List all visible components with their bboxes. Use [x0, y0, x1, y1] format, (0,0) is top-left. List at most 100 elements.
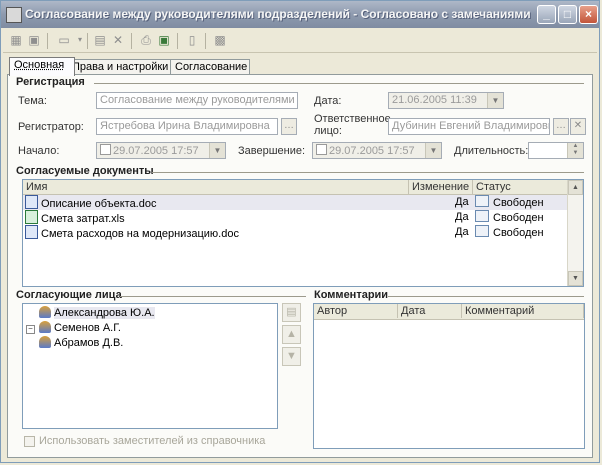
main-window: Согласование между руководителями подраз…	[0, 0, 600, 463]
start-dropdown-icon[interactable]: ▼	[209, 143, 225, 158]
window-title: Согласование между руководителями подраз…	[25, 7, 531, 21]
start-label: Начало:	[18, 145, 60, 157]
book-icon	[475, 210, 489, 222]
table-row[interactable]: Смета затрат.xls Да Свободен	[23, 210, 569, 225]
document-status-cell: Свободен	[475, 195, 569, 210]
start-field[interactable]: 29.07.2005 17:57 ▼	[96, 142, 226, 159]
use-substitutes-label: Использовать заместителей из справочника	[39, 435, 266, 447]
document-name-cell: Описание объекта.doc	[25, 195, 407, 210]
close-button[interactable]: ×	[579, 5, 598, 24]
end-value: 29.07.2005 17:57	[329, 145, 415, 157]
tab-label: Права и настройки	[72, 61, 169, 73]
end-label: Завершение:	[238, 145, 306, 157]
topic-label: Тема:	[18, 95, 47, 107]
documents-scrollbar[interactable]: ▲ ▼	[567, 180, 583, 286]
date-dropdown-icon[interactable]: ▼	[487, 93, 503, 108]
title-bar[interactable]: Согласование между руководителями подраз…	[1, 1, 599, 28]
minimize-button[interactable]: _	[537, 5, 556, 24]
start-checkbox-icon[interactable]	[100, 144, 111, 155]
section-divider	[152, 172, 584, 173]
approver-node[interactable]: Александрова Ю.А.	[39, 306, 155, 321]
toolbar-separator	[131, 33, 132, 49]
app-icon	[6, 7, 22, 23]
tab-approval[interactable]: Согласование	[170, 59, 250, 75]
end-dropdown-icon[interactable]: ▼	[425, 143, 441, 158]
document-name: Смета расходов на модернизацию.doc	[41, 228, 239, 240]
date-field[interactable]: 21.06.2005 11:39 ▼	[388, 92, 504, 109]
document-changed-cell: Да	[455, 226, 469, 238]
properties-icon[interactable]: ▩	[213, 33, 227, 47]
comments-grid[interactable]: Автор Дата Комментарий	[313, 303, 585, 449]
person-icon	[39, 306, 51, 318]
start-value: 29.07.2005 17:57	[113, 145, 199, 157]
registration-section-title: Регистрация	[16, 76, 85, 88]
responsible-select-button[interactable]: …	[553, 118, 569, 135]
word-file-icon	[25, 225, 38, 239]
toolbar-separator	[87, 33, 88, 49]
book-icon	[475, 225, 489, 237]
use-substitutes-checkbox[interactable]	[24, 436, 35, 447]
approver-name: Абрамов Д.В.	[54, 337, 124, 349]
document-name-cell: Смета затрат.xls	[25, 210, 407, 225]
date-label: Дата:	[314, 95, 342, 107]
export-icon[interactable]: ▣	[157, 33, 171, 47]
registrar-label: Регистратор:	[18, 121, 84, 133]
excel-file-icon	[25, 210, 38, 224]
approvers-section-title: Согласующие лица	[16, 289, 122, 301]
duration-field[interactable]: ▲ ▼	[528, 142, 584, 159]
new-document-icon[interactable]: ▭	[57, 33, 71, 47]
responsible-label: Ответственное лицо:	[314, 113, 391, 137]
approver-name: Александрова Ю.А.	[54, 307, 155, 319]
comments-grid-header: Автор Дата Комментарий	[314, 304, 584, 320]
registrar-field[interactable]: Ястребова Ирина Владимировна	[96, 118, 278, 135]
document-changed-cell: Да	[455, 211, 469, 223]
move-down-icon[interactable]: ▼	[282, 347, 301, 366]
save-icon[interactable]: ▦	[9, 33, 23, 47]
tab-rights-settings[interactable]: Права и настройки	[67, 59, 177, 75]
edit-approver-icon[interactable]: ▤	[282, 303, 301, 322]
new-dropdown-icon[interactable]: ▾	[73, 33, 87, 47]
maximize-button[interactable]: □	[558, 5, 577, 24]
delete-icon[interactable]: ✕	[111, 33, 125, 47]
scroll-up-icon[interactable]: ▲	[568, 180, 583, 195]
column-header-status[interactable]: Статус	[473, 180, 569, 194]
registrar-select-button[interactable]: …	[281, 118, 297, 135]
end-checkbox-icon[interactable]	[316, 144, 327, 155]
collapse-icon[interactable]: −	[26, 325, 35, 334]
documents-grid[interactable]: Имя Изменение Статус Описание объекта.do…	[22, 179, 584, 287]
toolbar-separator	[47, 33, 48, 49]
approver-node[interactable]: Семенов А.Г.	[39, 321, 121, 336]
document-status-cell: Свободен	[475, 210, 569, 225]
column-header-name[interactable]: Имя	[23, 180, 409, 194]
responsible-field[interactable]: Дубинин Евгений Владимирович	[388, 118, 550, 135]
approvers-tree[interactable]: Александрова Ю.А. − Семенов А.Г. Абрамов…	[22, 303, 278, 429]
tab-main[interactable]: Основная	[9, 57, 75, 76]
approver-name: Семенов А.Г.	[54, 322, 121, 334]
column-header-author[interactable]: Автор	[314, 304, 398, 318]
word-file-icon	[25, 195, 38, 209]
scroll-down-icon[interactable]: ▼	[568, 271, 583, 286]
section-divider	[120, 296, 306, 297]
table-row[interactable]: Описание объекта.doc Да Свободен	[23, 195, 569, 210]
table-row[interactable]: Смета расходов на модернизацию.doc Да Св…	[23, 225, 569, 240]
copy-icon[interactable]: ▯	[185, 33, 199, 47]
end-field[interactable]: 29.07.2005 17:57 ▼	[312, 142, 442, 159]
comments-section-title: Комментарии	[314, 289, 389, 301]
move-up-icon[interactable]: ▲	[282, 325, 301, 344]
duration-label: Длительность:	[454, 145, 529, 157]
column-header-date[interactable]: Дата	[398, 304, 462, 318]
duration-spin-icon[interactable]: ▲ ▼	[567, 143, 583, 158]
column-header-changed[interactable]: Изменение	[409, 180, 473, 194]
column-header-comment[interactable]: Комментарий	[462, 304, 584, 318]
save-close-icon[interactable]: ▣	[27, 33, 41, 47]
document-name: Описание объекта.doc	[41, 198, 157, 210]
tab-label: Основная	[14, 59, 65, 71]
responsible-clear-button[interactable]: ✕	[570, 118, 586, 135]
approver-node[interactable]: Абрамов Д.В.	[39, 336, 123, 351]
print-icon[interactable]: ⎙	[139, 33, 153, 47]
document-status: Свободен	[493, 212, 544, 224]
documents-grid-header: Имя Изменение Статус	[23, 180, 583, 195]
topic-field[interactable]: Согласование между руководителями под	[96, 92, 298, 109]
documents-section-title: Согласуемые документы	[16, 165, 154, 177]
open-document-icon[interactable]: ▤	[93, 33, 107, 47]
